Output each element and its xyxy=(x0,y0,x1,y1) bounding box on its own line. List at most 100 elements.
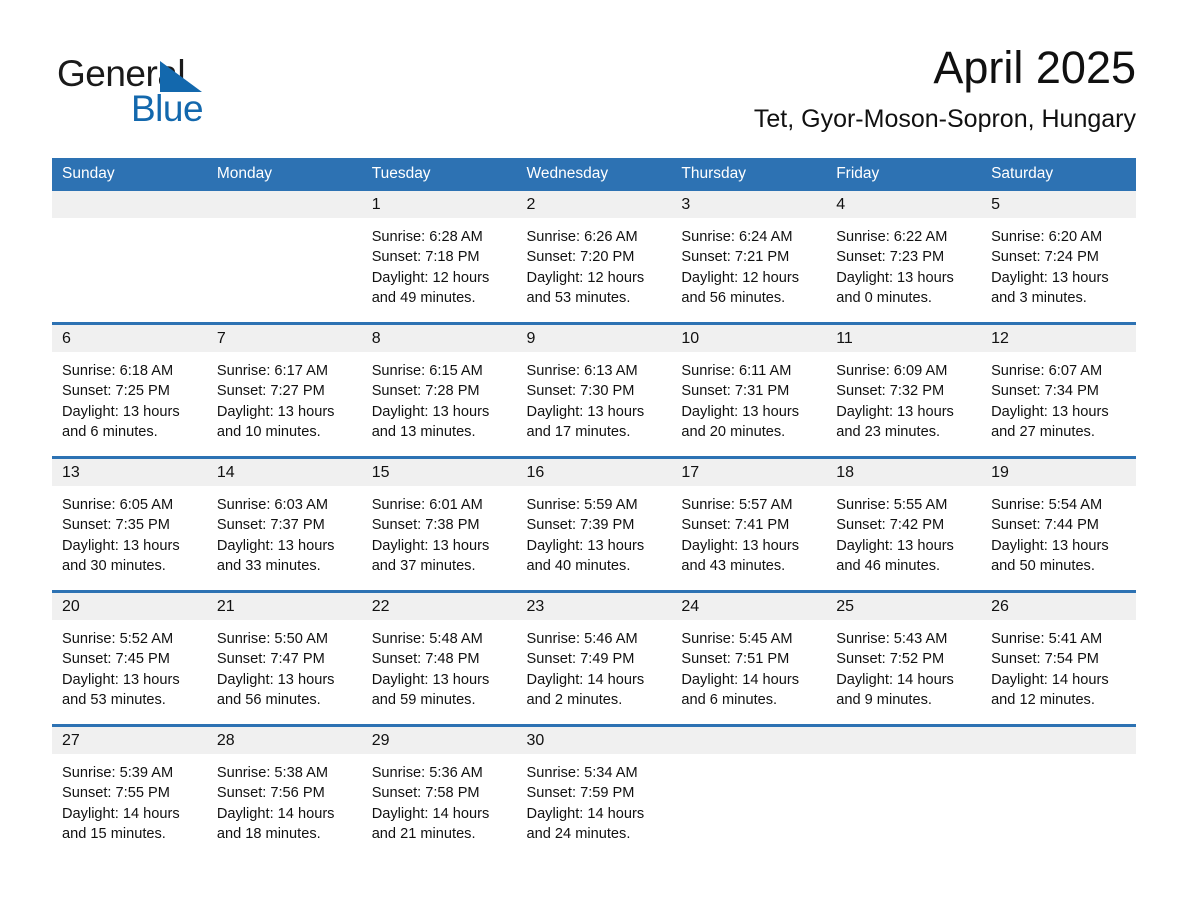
daylight-text-line2: and 30 minutes. xyxy=(62,557,166,574)
day-number: 23 xyxy=(516,593,672,620)
sunset-text: Sunset: 7:32 PM xyxy=(836,383,945,400)
day-cell[interactable]: 24 Sunrise: 5:45 AM Sunset: 7:51 PM Dayl… xyxy=(671,590,827,726)
sunset-text: Sunset: 7:34 PM xyxy=(991,383,1099,400)
daylight-text-line1: Daylight: 14 hours xyxy=(991,671,1109,688)
sunset-text: Sunset: 7:45 PM xyxy=(62,651,170,668)
sunset-text: Sunset: 7:44 PM xyxy=(991,517,1099,534)
day-cell[interactable]: 11 Sunrise: 6:09 AM Sunset: 7:32 PM Dayl… xyxy=(826,322,982,458)
sunrise-text: Sunrise: 6:15 AM xyxy=(371,363,483,379)
day-details: Sunrise: 5:45 AM Sunset: 7:51 PM Dayligh… xyxy=(671,620,826,710)
weekday-header-wednesday: Wednesday xyxy=(516,158,672,191)
day-details: Sunrise: 6:26 AM Sunset: 7:20 PM Dayligh… xyxy=(517,218,672,308)
day-number xyxy=(671,727,827,754)
day-cell[interactable]: 19 Sunrise: 5:54 AM Sunset: 7:44 PM Dayl… xyxy=(981,456,1136,592)
day-cell[interactable] xyxy=(981,724,1136,858)
day-cell[interactable]: 30 Sunrise: 5:34 AM Sunset: 7:59 PM Dayl… xyxy=(516,724,672,858)
daylight-text-line1: Daylight: 13 hours xyxy=(681,403,800,420)
daylight-text-line1: Daylight: 12 hours xyxy=(681,269,800,286)
sunrise-text: Sunrise: 6:01 AM xyxy=(371,497,483,513)
daylight-text-line1: Daylight: 14 hours xyxy=(836,671,954,688)
day-cell[interactable]: 20 Sunrise: 5:52 AM Sunset: 7:45 PM Dayl… xyxy=(52,590,207,726)
sunset-text: Sunset: 7:18 PM xyxy=(371,249,480,266)
sunset-text: Sunset: 7:51 PM xyxy=(681,651,790,668)
day-cell[interactable]: 8 Sunrise: 6:15 AM Sunset: 7:28 PM Dayli… xyxy=(361,322,517,458)
day-cell[interactable] xyxy=(206,191,362,324)
sunrise-text: Sunrise: 5:50 AM xyxy=(216,631,328,647)
day-cell[interactable]: 15 Sunrise: 6:01 AM Sunset: 7:38 PM Dayl… xyxy=(361,456,517,592)
day-cell[interactable]: 26 Sunrise: 5:41 AM Sunset: 7:54 PM Dayl… xyxy=(981,590,1136,726)
week-row: 1 Sunrise: 6:28 AM Sunset: 7:18 PM Dayli… xyxy=(52,191,1136,324)
sunrise-text: Sunrise: 6:20 AM xyxy=(991,229,1103,245)
day-cell[interactable]: 5 Sunrise: 6:20 AM Sunset: 7:24 PM Dayli… xyxy=(981,191,1136,324)
daylight-text-line1: Daylight: 12 hours xyxy=(371,269,490,286)
sunset-text: Sunset: 7:39 PM xyxy=(526,517,635,534)
sunset-text: Sunset: 7:38 PM xyxy=(371,517,480,534)
sunset-text: Sunset: 7:49 PM xyxy=(526,651,635,668)
sunrise-text: Sunrise: 6:26 AM xyxy=(526,229,638,245)
day-cell[interactable]: 22 Sunrise: 5:48 AM Sunset: 7:48 PM Dayl… xyxy=(361,590,517,726)
day-details: Sunrise: 5:50 AM Sunset: 7:47 PM Dayligh… xyxy=(207,620,362,710)
day-cell[interactable] xyxy=(671,724,827,858)
day-cell[interactable]: 10 Sunrise: 6:11 AM Sunset: 7:31 PM Dayl… xyxy=(671,322,827,458)
day-cell[interactable]: 7 Sunrise: 6:17 AM Sunset: 7:27 PM Dayli… xyxy=(206,322,362,458)
page-subtitle: Tet, Gyor-Moson-Sopron, Hungary xyxy=(753,105,1136,133)
day-cell[interactable]: 1 Sunrise: 6:28 AM Sunset: 7:18 PM Dayli… xyxy=(361,191,517,324)
sunrise-text: Sunrise: 5:59 AM xyxy=(526,497,638,513)
day-number xyxy=(826,727,982,754)
daylight-text-line2: and 6 minutes. xyxy=(681,691,778,708)
day-details: Sunrise: 5:59 AM Sunset: 7:39 PM Dayligh… xyxy=(517,486,672,576)
day-cell[interactable]: 3 Sunrise: 6:24 AM Sunset: 7:21 PM Dayli… xyxy=(671,191,827,324)
day-number: 25 xyxy=(826,593,982,620)
day-cell[interactable]: 21 Sunrise: 5:50 AM Sunset: 7:47 PM Dayl… xyxy=(206,590,362,726)
day-cell[interactable]: 9 Sunrise: 6:13 AM Sunset: 7:30 PM Dayli… xyxy=(516,322,672,458)
day-cell[interactable]: 13 Sunrise: 6:05 AM Sunset: 7:35 PM Dayl… xyxy=(52,456,207,592)
day-cell[interactable]: 17 Sunrise: 5:57 AM Sunset: 7:41 PM Dayl… xyxy=(671,456,827,592)
day-number: 12 xyxy=(981,325,1136,352)
daylight-text-line1: Daylight: 13 hours xyxy=(371,671,490,688)
day-details: Sunrise: 6:24 AM Sunset: 7:21 PM Dayligh… xyxy=(671,218,826,308)
day-number: 28 xyxy=(206,727,362,754)
day-cell[interactable]: 12 Sunrise: 6:07 AM Sunset: 7:34 PM Dayl… xyxy=(981,322,1136,458)
day-cell[interactable]: 4 Sunrise: 6:22 AM Sunset: 7:23 PM Dayli… xyxy=(826,191,982,324)
sunset-text: Sunset: 7:24 PM xyxy=(991,249,1099,266)
daylight-text-line2: and 18 minutes. xyxy=(216,825,321,842)
day-cell[interactable]: 14 Sunrise: 6:03 AM Sunset: 7:37 PM Dayl… xyxy=(206,456,362,592)
sunrise-text: Sunrise: 5:41 AM xyxy=(991,631,1103,647)
sunrise-text: Sunrise: 6:22 AM xyxy=(836,229,948,245)
sunrise-text: Sunrise: 5:46 AM xyxy=(526,631,638,647)
sunrise-text: Sunrise: 6:03 AM xyxy=(216,497,328,513)
day-cell[interactable]: 29 Sunrise: 5:36 AM Sunset: 7:58 PM Dayl… xyxy=(361,724,517,858)
sunset-text: Sunset: 7:31 PM xyxy=(681,383,790,400)
general-blue-logo[interactable]: General Blue xyxy=(57,52,317,138)
day-cell[interactable]: 28 Sunrise: 5:38 AM Sunset: 7:56 PM Dayl… xyxy=(206,724,362,858)
day-cell[interactable]: 6 Sunrise: 6:18 AM Sunset: 7:25 PM Dayli… xyxy=(52,322,207,458)
day-cell[interactable]: 2 Sunrise: 6:26 AM Sunset: 7:20 PM Dayli… xyxy=(516,191,672,324)
daylight-text-line2: and 24 minutes. xyxy=(526,825,631,842)
week-row: 27 Sunrise: 5:39 AM Sunset: 7:55 PM Dayl… xyxy=(52,724,1136,858)
day-details: Sunrise: 6:20 AM Sunset: 7:24 PM Dayligh… xyxy=(981,218,1136,308)
day-number: 21 xyxy=(206,593,362,620)
sunset-text: Sunset: 7:25 PM xyxy=(62,383,170,400)
sunset-text: Sunset: 7:58 PM xyxy=(371,785,480,802)
day-details: Sunrise: 6:28 AM Sunset: 7:18 PM Dayligh… xyxy=(362,218,517,308)
calendar-page: General Blue April 2025 Tet, Gyor-Moson-… xyxy=(0,0,1188,918)
day-number: 9 xyxy=(516,325,672,352)
day-details: Sunrise: 5:48 AM Sunset: 7:48 PM Dayligh… xyxy=(362,620,517,710)
day-cell[interactable] xyxy=(826,724,982,858)
title-block: April 2025 Tet, Gyor-Moson-Sopron, Hunga… xyxy=(754,40,1136,136)
sunset-text: Sunset: 7:30 PM xyxy=(526,383,635,400)
day-details: Sunrise: 6:18 AM Sunset: 7:25 PM Dayligh… xyxy=(52,352,207,442)
day-cell[interactable]: 16 Sunrise: 5:59 AM Sunset: 7:39 PM Dayl… xyxy=(516,456,672,592)
day-cell[interactable] xyxy=(52,191,207,324)
calendar-header-row: Sunday Monday Tuesday Wednesday Thursday… xyxy=(52,158,1136,191)
day-cell[interactable]: 27 Sunrise: 5:39 AM Sunset: 7:55 PM Dayl… xyxy=(52,724,207,858)
day-details: Sunrise: 6:05 AM Sunset: 7:35 PM Dayligh… xyxy=(52,486,207,576)
day-cell[interactable]: 25 Sunrise: 5:43 AM Sunset: 7:52 PM Dayl… xyxy=(826,590,982,726)
day-cell[interactable]: 18 Sunrise: 5:55 AM Sunset: 7:42 PM Dayl… xyxy=(826,456,982,592)
sunset-text: Sunset: 7:48 PM xyxy=(371,651,480,668)
day-cell[interactable]: 23 Sunrise: 5:46 AM Sunset: 7:49 PM Dayl… xyxy=(516,590,672,726)
daylight-text-line2: and 12 minutes. xyxy=(991,691,1095,708)
day-number: 27 xyxy=(52,727,207,754)
day-details: Sunrise: 6:17 AM Sunset: 7:27 PM Dayligh… xyxy=(207,352,362,442)
day-number: 16 xyxy=(516,459,672,486)
